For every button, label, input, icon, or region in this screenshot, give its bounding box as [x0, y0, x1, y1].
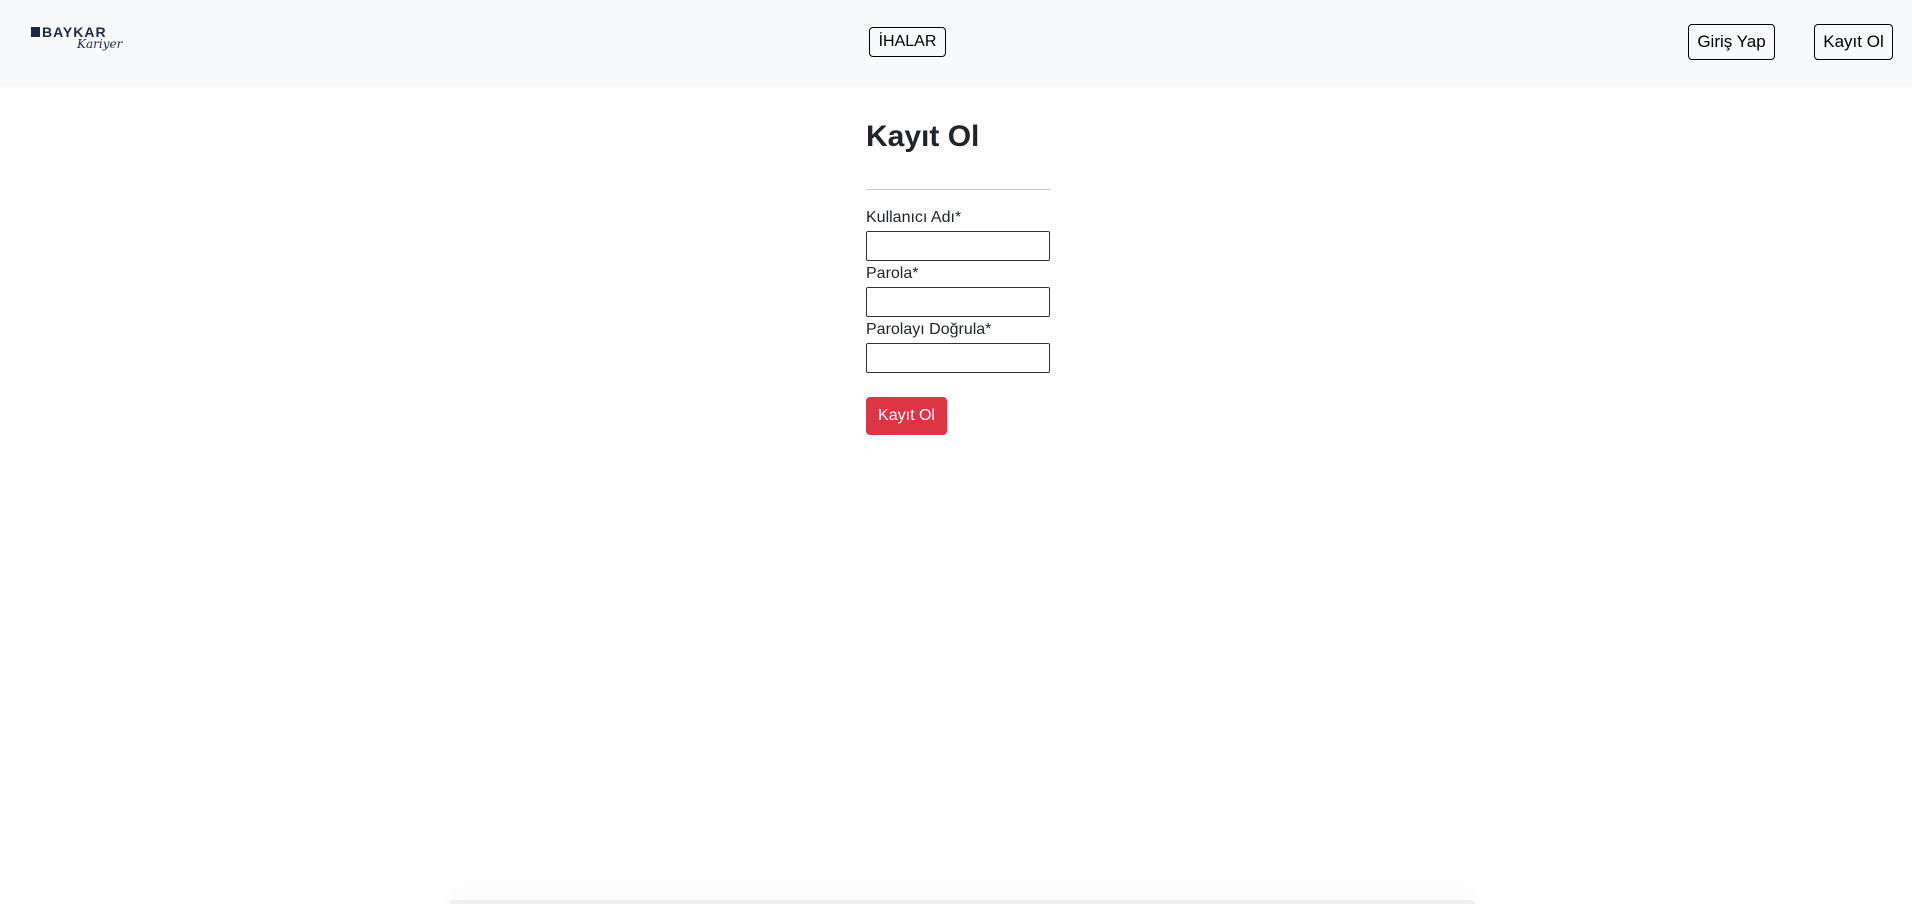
baykar-kariyer-logo[interactable]: BAYKAR Kariyer: [31, 24, 123, 60]
password-confirm-input[interactable]: [866, 343, 1050, 373]
register-submit-button[interactable]: Kayıt Ol: [866, 397, 947, 435]
logo-script-text: Kariyer: [77, 37, 123, 51]
username-input[interactable]: [866, 231, 1050, 261]
username-label: Kullanıcı Adı*: [866, 209, 962, 226]
title-divider: [866, 189, 1050, 190]
top-navbar: BAYKAR Kariyer İHALAR Giriş Yap Kayıt Ol: [0, 0, 1912, 86]
ihalar-nav-button[interactable]: İHALAR: [869, 27, 946, 57]
page-title: Kayıt Ol: [866, 120, 980, 153]
logo-mark-icon: [31, 27, 40, 37]
password-input[interactable]: [866, 287, 1050, 317]
password-label: Parola*: [866, 265, 919, 282]
bottom-panel-edge: [450, 900, 1475, 904]
register-nav-button[interactable]: Kayıt Ol: [1814, 24, 1893, 60]
password-confirm-label: Parolayı Doğrula*: [866, 321, 992, 338]
register-form: Kayıt Ol Kullanıcı Adı* Parola* Parolayı…: [866, 110, 1050, 435]
login-nav-button[interactable]: Giriş Yap: [1688, 24, 1775, 60]
